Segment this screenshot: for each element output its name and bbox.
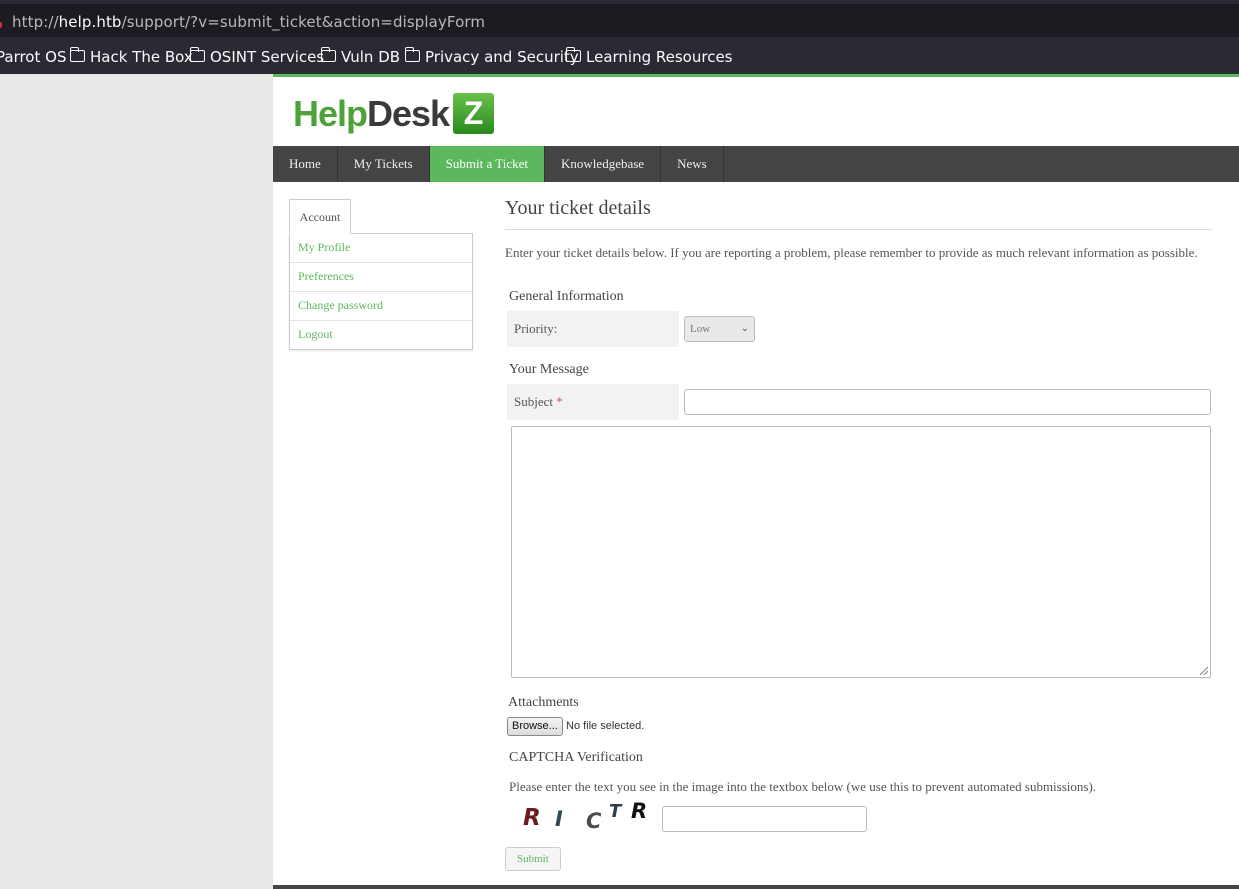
helpdeskz-logo[interactable]: HelpDesk Z (293, 91, 495, 136)
chevron-down-icon: ⌄ (740, 323, 749, 334)
captcha-char: R (523, 805, 541, 831)
bookmark-label: Vuln DB (341, 48, 401, 66)
bookmark-label: OSINT Services (210, 48, 325, 66)
nav-knowledgebase[interactable]: Knowledgebase (545, 146, 662, 182)
folder-icon (565, 47, 581, 62)
bookmark-label: Privacy and Security (425, 48, 579, 66)
site-identity-icon[interactable] (0, 22, 2, 28)
browse-button[interactable]: Browse... (507, 717, 563, 736)
footer-bar (273, 885, 1239, 889)
link-logout[interactable]: Logout (290, 321, 472, 350)
intro-text: Enter your ticket details below. If you … (505, 245, 1198, 260)
captcha-image: R I C T R (517, 799, 667, 833)
link-my-profile[interactable]: My Profile (290, 234, 472, 263)
logo-z-badge: Z (453, 93, 495, 134)
nav-my-tickets[interactable]: My Tickets (338, 146, 430, 182)
priority-select[interactable]: Low ⌄ (684, 316, 755, 342)
logo-text: HelpDesk (293, 92, 450, 135)
bookmark-label: Hack The Box (90, 48, 193, 66)
captcha-char: I (555, 807, 563, 831)
no-file-text: No file selected. (566, 720, 645, 732)
link-change-password[interactable]: Change password (290, 292, 472, 321)
helpdesk-page: HelpDesk Z Home My Tickets Submit a Tick… (273, 74, 1239, 889)
subject-input[interactable] (684, 389, 1211, 415)
captcha-char: C (586, 809, 602, 833)
main-nav: Home My Tickets Submit a Ticket Knowledg… (273, 146, 1239, 182)
bookmark-learning-resources[interactable]: Learning Resources (565, 47, 733, 66)
general-info-title: General Information (509, 289, 624, 304)
logo-desk: Desk (367, 92, 450, 134)
bookmark-label: Learning Resources (586, 48, 733, 66)
attachments-title: Attachments (508, 695, 579, 710)
captcha-instructions: Please enter the text you see in the ima… (509, 779, 1097, 794)
submit-button[interactable]: Submit (505, 847, 561, 871)
url-host: help.htb (58, 13, 122, 31)
subject-label-text: Subject (514, 394, 553, 409)
browser-url-bar[interactable]: http://help.htb/support/?v=submit_ticket… (0, 0, 1239, 37)
folder-icon (320, 47, 336, 62)
folder-icon (69, 47, 85, 62)
your-message-title: Your Message (509, 362, 589, 377)
bookmark-label: Parrot OS (0, 48, 67, 66)
bookmark-osint-services[interactable]: OSINT Services (189, 47, 325, 66)
bookmark-hack-the-box[interactable]: Hack The Box (69, 47, 193, 66)
captcha-char: R (631, 799, 648, 823)
resize-grip-icon[interactable] (1200, 667, 1208, 675)
bookmark-parrot-os[interactable]: Parrot OS (0, 48, 66, 66)
message-textarea[interactable] (511, 426, 1211, 678)
logo-help: Help (293, 92, 368, 134)
nav-submit-ticket[interactable]: Submit a Ticket (429, 146, 546, 182)
captcha-input[interactable] (662, 806, 867, 832)
subject-label: Subject * (507, 384, 679, 420)
captcha-char: T (609, 801, 622, 822)
link-preferences[interactable]: Preferences (290, 263, 472, 292)
bookmarks-bar: Parrot OS Hack The Box OSINT Services Vu… (0, 37, 1239, 74)
captcha-title: CAPTCHA Verification (509, 750, 643, 765)
ticket-form: Your ticket details Enter your ticket de… (505, 197, 1212, 871)
folder-icon (189, 47, 205, 62)
nav-home[interactable]: Home (273, 146, 338, 182)
bookmark-vuln-db[interactable]: Vuln DB (320, 47, 401, 66)
account-menu: My Profile Preferences Change password L… (289, 233, 473, 350)
page-title: Your ticket details (505, 197, 1212, 230)
url-prefix: http:// (12, 13, 59, 31)
required-marker: * (556, 394, 563, 409)
priority-label: Priority: (507, 311, 679, 347)
bookmark-privacy-security[interactable]: Privacy and Security (404, 47, 579, 66)
url-text[interactable]: http://help.htb/support/?v=submit_ticket… (12, 13, 485, 31)
tab-account[interactable]: Account (289, 199, 351, 234)
priority-value: Low (690, 323, 711, 335)
url-path: /support/?v=submit_ticket&action=display… (121, 13, 486, 31)
nav-news[interactable]: News (661, 146, 724, 182)
folder-icon (404, 47, 420, 62)
